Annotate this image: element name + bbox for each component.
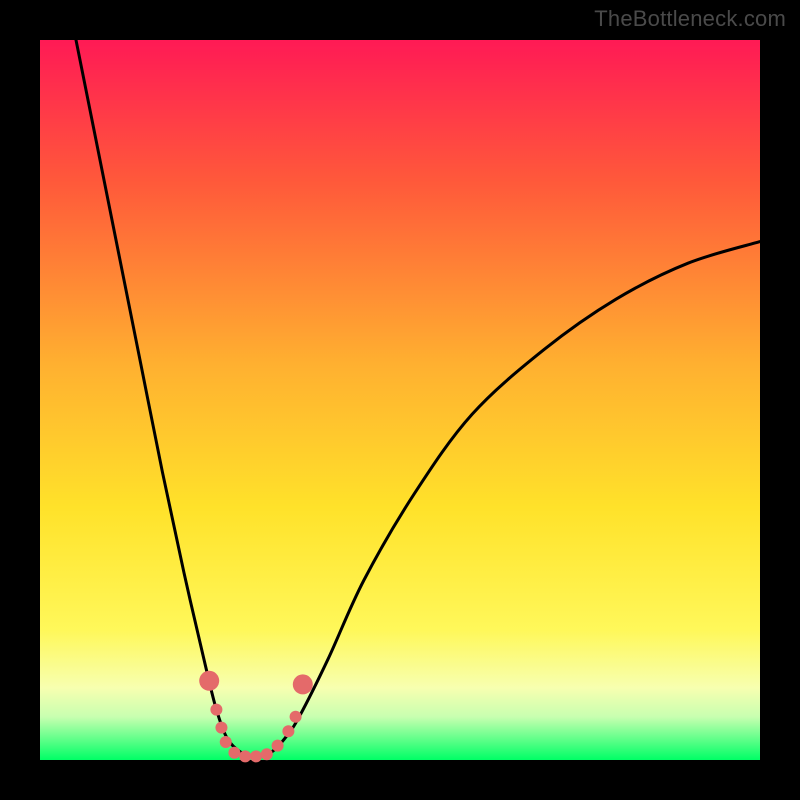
watermark-text: TheBottleneck.com xyxy=(594,6,786,32)
trough-dot xyxy=(228,747,240,759)
trough-dot xyxy=(272,740,284,752)
plot-area xyxy=(40,40,760,760)
trough-dot xyxy=(239,750,251,762)
trough-dot xyxy=(282,725,294,737)
trough-dot xyxy=(210,704,222,716)
trough-dot xyxy=(220,736,232,748)
chart-svg xyxy=(40,40,760,760)
chart-frame: TheBottleneck.com xyxy=(0,0,800,800)
trough-dot xyxy=(290,711,302,723)
trough-dot xyxy=(215,722,227,734)
trough-dot xyxy=(261,748,273,760)
trough-dot xyxy=(199,671,219,691)
trough-dot xyxy=(250,750,262,762)
trough-dot xyxy=(293,674,313,694)
bottleneck-curve xyxy=(76,40,760,756)
trough-dots xyxy=(199,671,313,763)
